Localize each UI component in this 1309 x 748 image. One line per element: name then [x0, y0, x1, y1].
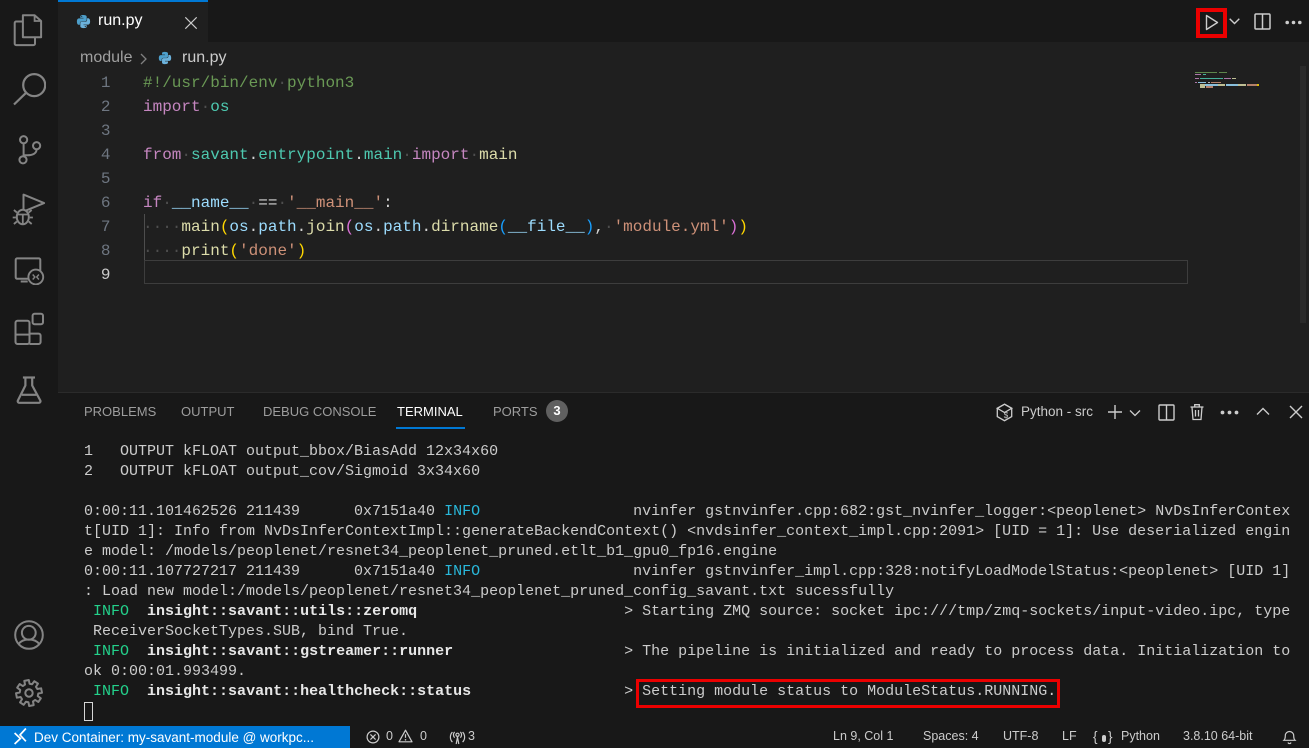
svg-text:$: $: [1004, 411, 1009, 420]
